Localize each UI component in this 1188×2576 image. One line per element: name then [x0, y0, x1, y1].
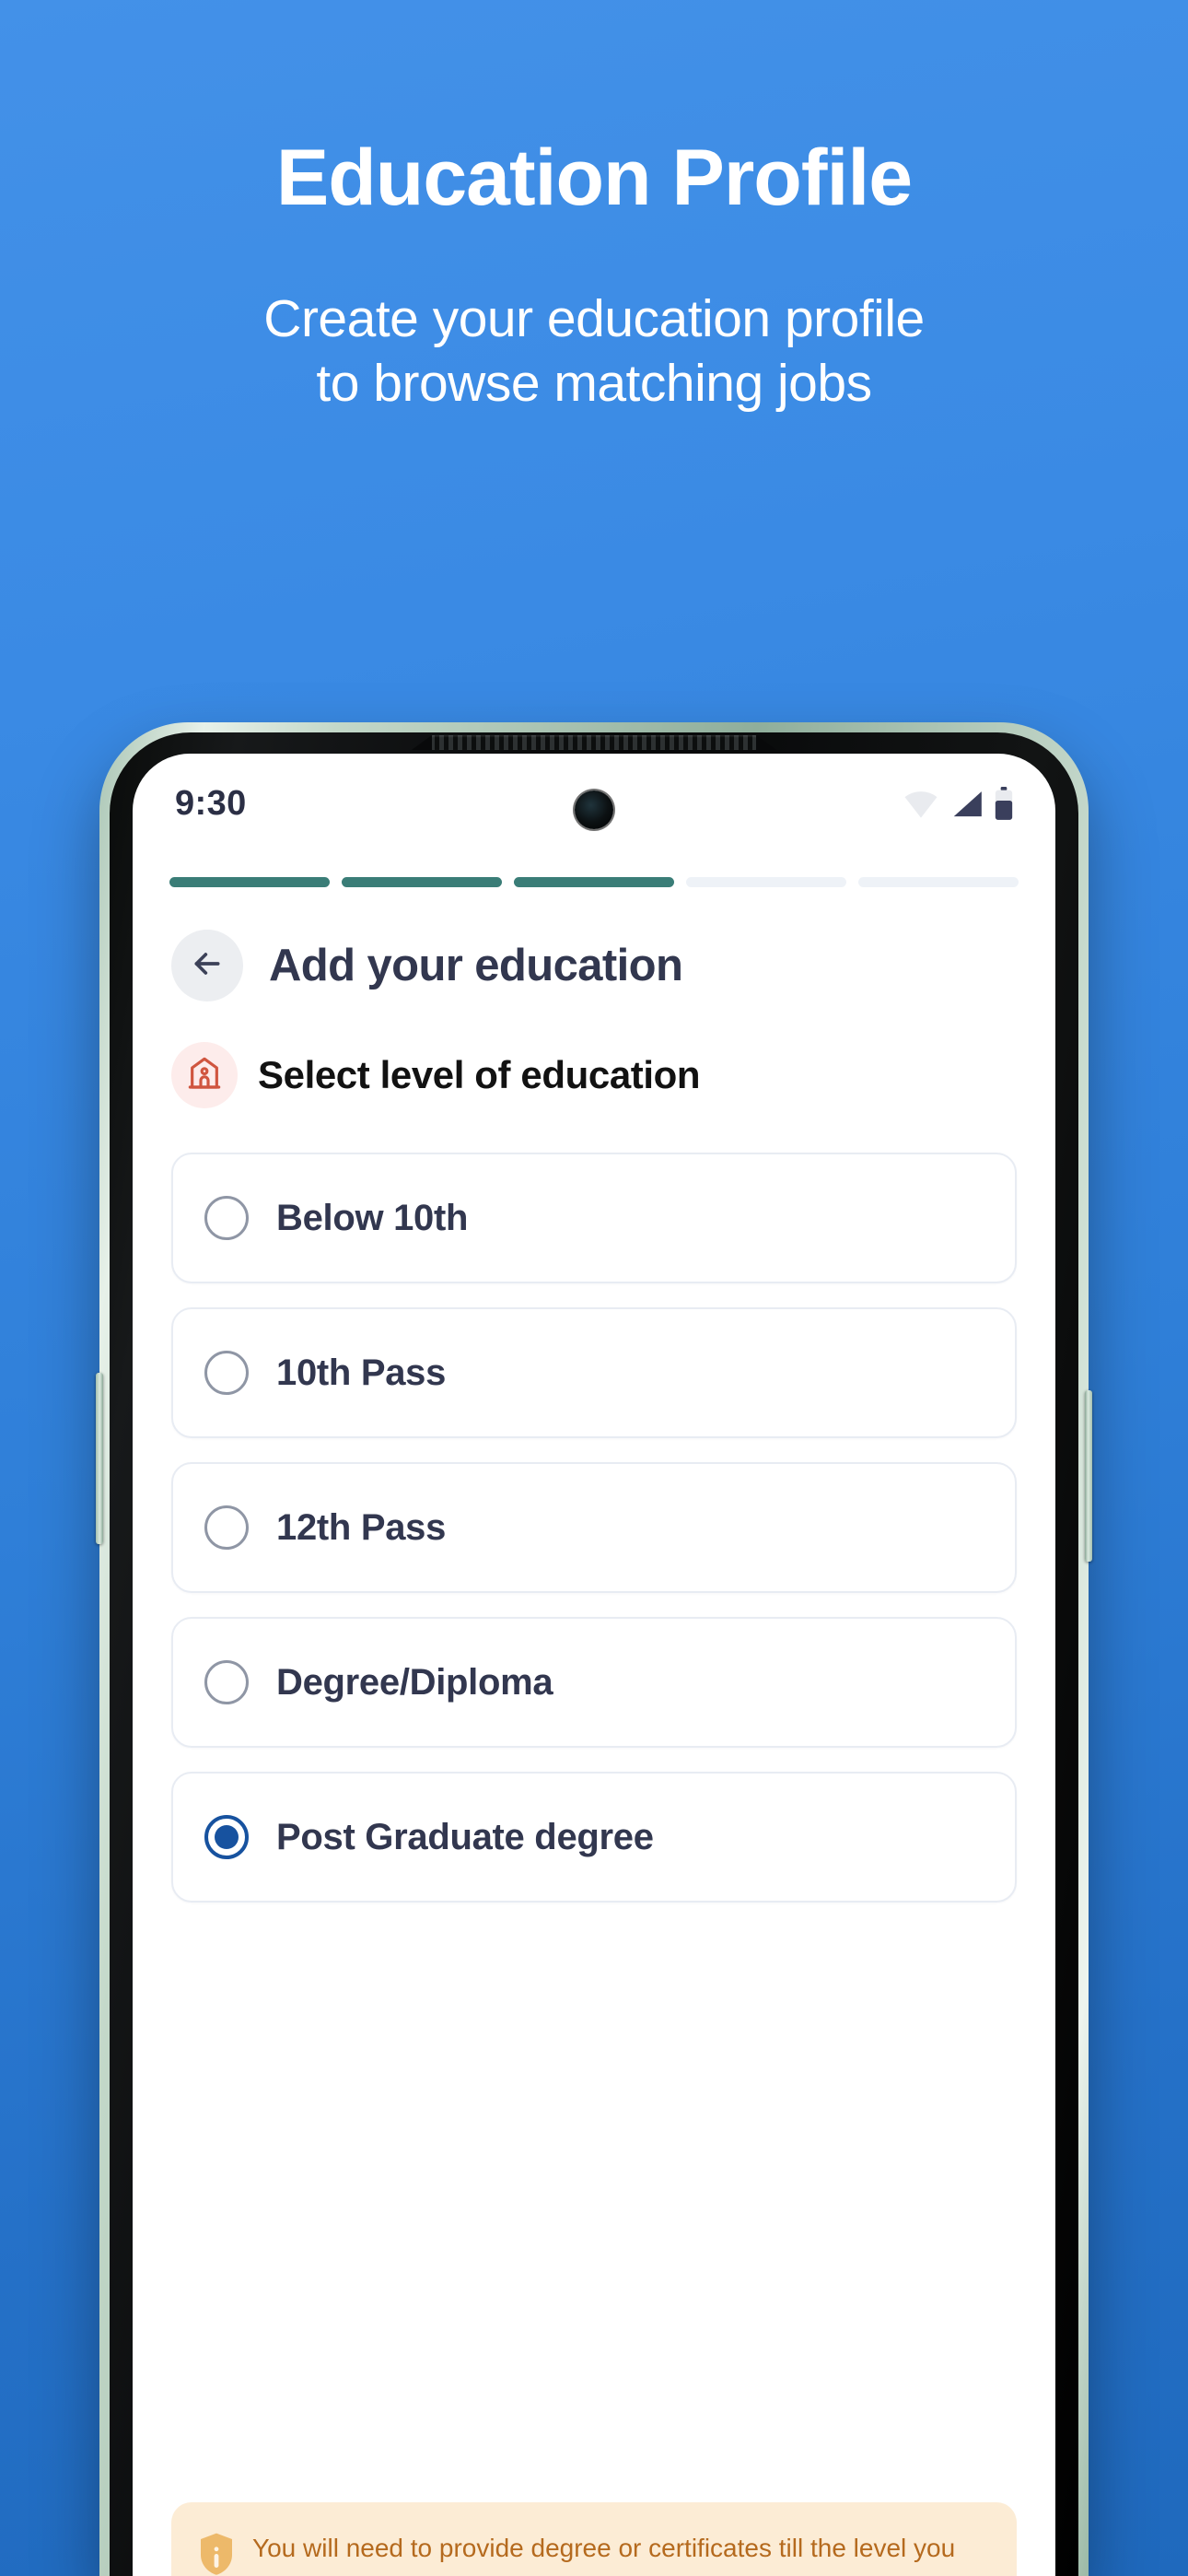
step-progress-bar — [133, 853, 1055, 887]
phone-mockup: 9:30 Add your education Select level of … — [96, 722, 1092, 2576]
phone-screen: 9:30 Add your education Select level of … — [133, 754, 1055, 2576]
option-12th-pass[interactable]: 12th Pass — [171, 1462, 1017, 1593]
phone-power-button[interactable] — [1085, 1390, 1092, 1562]
battery-icon — [995, 787, 1013, 820]
promo-header: Education Profile Create your education … — [0, 0, 1188, 416]
radio-below-10th[interactable] — [204, 1196, 249, 1240]
wifi-icon — [903, 789, 939, 819]
page-header: Add your education — [133, 887, 1055, 1001]
radio-12th-pass[interactable] — [204, 1505, 249, 1550]
progress-segment-5 — [858, 877, 1019, 887]
radio-post-graduate-degree[interactable] — [204, 1815, 249, 1859]
section-label: Select level of education — [258, 1053, 701, 1096]
page-title: Add your education — [269, 941, 683, 990]
option-degree-diploma[interactable]: Degree/Diploma — [171, 1617, 1017, 1748]
status-bar: 9:30 — [133, 754, 1055, 853]
promo-subtitle-line-2: to browse matching jobs — [316, 353, 872, 413]
back-button[interactable] — [171, 930, 243, 1001]
progress-segment-1 — [169, 877, 330, 887]
status-bar-time: 9:30 — [175, 783, 247, 823]
school-icon-badge — [171, 1042, 238, 1108]
radio-selected-dot — [215, 1825, 239, 1849]
option-label: Post Graduate degree — [276, 1816, 654, 1857]
option-label: 10th Pass — [276, 1352, 447, 1393]
info-banner: You will need to provide degree or certi… — [171, 2502, 1017, 2576]
option-label: Below 10th — [276, 1197, 469, 1238]
radio-degree-diploma[interactable] — [204, 1660, 249, 1704]
phone-volume-button[interactable] — [96, 1373, 103, 1544]
option-label: Degree/Diploma — [276, 1661, 553, 1703]
radio-10th-pass[interactable] — [204, 1351, 249, 1395]
info-shield-icon — [199, 2532, 234, 2576]
option-below-10th[interactable]: Below 10th — [171, 1153, 1017, 1283]
info-banner-text: You will need to provide degree or certi… — [252, 2534, 956, 2562]
progress-segment-3 — [514, 877, 674, 887]
back-arrow-icon — [189, 945, 226, 987]
option-10th-pass[interactable]: 10th Pass — [171, 1307, 1017, 1438]
option-label: 12th Pass — [276, 1506, 447, 1548]
education-level-options: Below 10th 10th Pass 12th Pass Degree/Di… — [133, 1108, 1055, 1903]
option-post-graduate-degree[interactable]: Post Graduate degree — [171, 1772, 1017, 1903]
school-icon — [186, 1055, 223, 1096]
progress-segment-2 — [342, 877, 502, 887]
promo-subtitle-line-1: Create your education profile — [263, 289, 925, 348]
progress-segment-4 — [686, 877, 846, 887]
earpiece-speaker-grille — [430, 735, 758, 750]
promo-title: Education Profile — [275, 134, 913, 222]
status-bar-icons — [903, 787, 1013, 820]
section-header: Select level of education — [133, 1001, 1055, 1108]
promo-subtitle: Create your education profile to browse … — [0, 287, 1188, 416]
signal-icon — [949, 789, 984, 819]
front-camera-punch-hole — [575, 790, 613, 829]
